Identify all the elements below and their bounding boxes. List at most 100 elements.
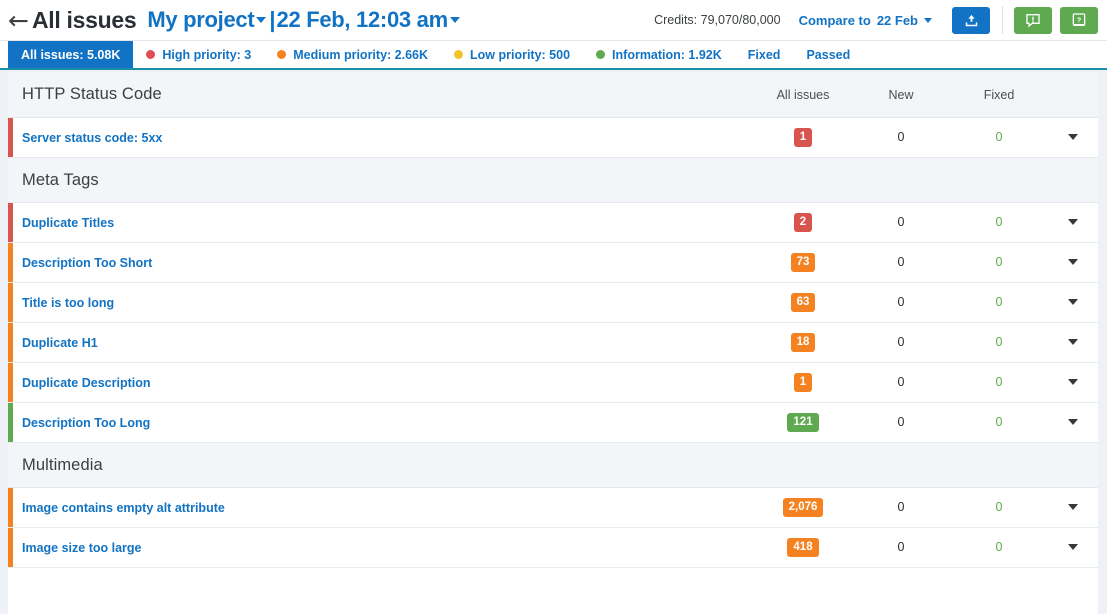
feedback-button[interactable] bbox=[1014, 7, 1052, 34]
all-issues-cell: 1 bbox=[754, 373, 852, 392]
chevron-down-icon bbox=[1068, 379, 1078, 385]
column-headers: All issues New Fixed bbox=[754, 88, 1098, 102]
tab-low-priority[interactable]: Low priority: 500 bbox=[441, 41, 583, 68]
priority-dot-icon bbox=[454, 50, 463, 59]
count-badge: 18 bbox=[791, 333, 816, 352]
section-header-http-status-code: HTTP Status Code All issues New Fixed bbox=[8, 72, 1098, 118]
chevron-down-icon[interactable] bbox=[450, 17, 460, 23]
expand-row-button[interactable] bbox=[1048, 299, 1098, 305]
tab-medium-priority[interactable]: Medium priority: 2.66K bbox=[264, 41, 441, 68]
table-row[interactable]: Description Too Short 73 0 0 bbox=[8, 243, 1098, 283]
issue-name[interactable]: Server status code: 5xx bbox=[22, 131, 162, 145]
table-row[interactable]: Description Too Long 121 0 0 bbox=[8, 403, 1098, 443]
tab-fixed[interactable]: Fixed bbox=[735, 41, 794, 68]
table-row[interactable]: Image size too large 418 0 0 bbox=[8, 528, 1098, 568]
section-header-multimedia: Multimedia bbox=[8, 443, 1098, 488]
priority-dot-icon bbox=[146, 50, 155, 59]
expand-row-button[interactable] bbox=[1048, 544, 1098, 550]
severity-bar bbox=[8, 363, 13, 402]
severity-bar bbox=[8, 488, 13, 527]
new-count: 0 bbox=[852, 540, 950, 554]
tab-high-priority[interactable]: High priority: 3 bbox=[133, 41, 264, 68]
tab-passed[interactable]: Passed bbox=[793, 41, 863, 68]
all-issues-cell: 63 bbox=[754, 293, 852, 312]
all-issues-cell: 2,076 bbox=[754, 498, 852, 517]
title-separator: | bbox=[269, 7, 275, 33]
tab-label: Medium priority: 2.66K bbox=[293, 48, 428, 62]
column-header-all-issues: All issues bbox=[754, 88, 852, 102]
fixed-count: 0 bbox=[950, 415, 1048, 429]
issue-name[interactable]: Description Too Long bbox=[22, 416, 150, 430]
all-issues-cell: 18 bbox=[754, 333, 852, 352]
tab-information[interactable]: Information: 1.92K bbox=[583, 41, 735, 68]
issue-name[interactable]: Image contains empty alt attribute bbox=[22, 501, 225, 515]
count-badge: 73 bbox=[791, 253, 816, 272]
expand-row-button[interactable] bbox=[1048, 419, 1098, 425]
issue-name[interactable]: Duplicate Titles bbox=[22, 216, 114, 230]
all-issues-cell: 1 bbox=[754, 128, 852, 147]
table-row[interactable]: Duplicate Titles 2 0 0 bbox=[8, 203, 1098, 243]
section-title: Meta Tags bbox=[22, 171, 99, 190]
upload-icon bbox=[964, 13, 979, 28]
svg-text:?: ? bbox=[1077, 15, 1082, 24]
new-count: 0 bbox=[852, 255, 950, 269]
severity-bar bbox=[8, 323, 13, 362]
severity-bar bbox=[8, 528, 13, 567]
section-title: HTTP Status Code bbox=[22, 85, 162, 104]
table-row[interactable]: Server status code: 5xx 1 0 0 bbox=[8, 118, 1098, 158]
help-button[interactable]: ? bbox=[1060, 7, 1098, 34]
new-count: 0 bbox=[852, 130, 950, 144]
issue-name[interactable]: Image size too large bbox=[22, 541, 141, 555]
chevron-down-icon[interactable] bbox=[256, 17, 266, 23]
expand-row-button[interactable] bbox=[1048, 134, 1098, 140]
export-button[interactable] bbox=[952, 7, 990, 34]
tab-label: Information: 1.92K bbox=[612, 48, 722, 62]
row-values: 121 0 0 bbox=[754, 413, 1098, 432]
issue-name[interactable]: Duplicate Description bbox=[22, 376, 151, 390]
compare-date-value[interactable]: 22 Feb bbox=[877, 13, 918, 28]
expand-row-button[interactable] bbox=[1048, 219, 1098, 225]
fixed-count: 0 bbox=[950, 130, 1048, 144]
chevron-down-icon bbox=[1068, 544, 1078, 550]
row-values: 1 0 0 bbox=[754, 373, 1098, 392]
project-selector[interactable]: My project | 22 Feb, 12:03 am bbox=[147, 7, 461, 33]
count-badge: 63 bbox=[791, 293, 816, 312]
issue-name[interactable]: Title is too long bbox=[22, 296, 114, 310]
issue-name[interactable]: Description Too Short bbox=[22, 256, 152, 270]
expand-row-button[interactable] bbox=[1048, 504, 1098, 510]
chevron-down-icon bbox=[1068, 134, 1078, 140]
severity-bar bbox=[8, 118, 13, 157]
new-count: 0 bbox=[852, 215, 950, 229]
row-values: 18 0 0 bbox=[754, 333, 1098, 352]
priority-dot-icon bbox=[277, 50, 286, 59]
expand-row-button[interactable] bbox=[1048, 259, 1098, 265]
fixed-count: 0 bbox=[950, 295, 1048, 309]
new-count: 0 bbox=[852, 375, 950, 389]
table-row[interactable]: Duplicate H1 18 0 0 bbox=[8, 323, 1098, 363]
compare-to-label[interactable]: Compare to bbox=[799, 13, 871, 28]
expand-row-button[interactable] bbox=[1048, 379, 1098, 385]
fixed-count: 0 bbox=[950, 255, 1048, 269]
row-values: 2,076 0 0 bbox=[754, 498, 1098, 517]
table-row[interactable]: Image contains empty alt attribute 2,076… bbox=[8, 488, 1098, 528]
chevron-down-icon bbox=[1068, 339, 1078, 345]
page-title: All issues bbox=[32, 7, 136, 34]
expand-row-button[interactable] bbox=[1048, 339, 1098, 345]
chevron-down-icon[interactable] bbox=[924, 18, 932, 23]
count-badge: 1 bbox=[794, 373, 812, 392]
row-values: 2 0 0 bbox=[754, 213, 1098, 232]
all-issues-cell: 121 bbox=[754, 413, 852, 432]
report-date[interactable]: 22 Feb, 12:03 am bbox=[277, 7, 448, 33]
table-row[interactable]: Duplicate Description 1 0 0 bbox=[8, 363, 1098, 403]
fixed-count: 0 bbox=[950, 335, 1048, 349]
tab-all-issues[interactable]: All issues: 5.08K bbox=[8, 41, 133, 68]
project-name[interactable]: My project bbox=[147, 7, 254, 33]
arrow-left-icon[interactable]: ← bbox=[8, 8, 29, 33]
table-row[interactable]: Title is too long 63 0 0 bbox=[8, 283, 1098, 323]
issue-filter-tabs: All issues: 5.08K High priority: 3 Mediu… bbox=[0, 41, 1107, 70]
tab-label: Low priority: 500 bbox=[470, 48, 570, 62]
all-issues-cell: 73 bbox=[754, 253, 852, 272]
issue-name[interactable]: Duplicate H1 bbox=[22, 336, 98, 350]
row-values: 1 0 0 bbox=[754, 128, 1098, 147]
fixed-count: 0 bbox=[950, 375, 1048, 389]
